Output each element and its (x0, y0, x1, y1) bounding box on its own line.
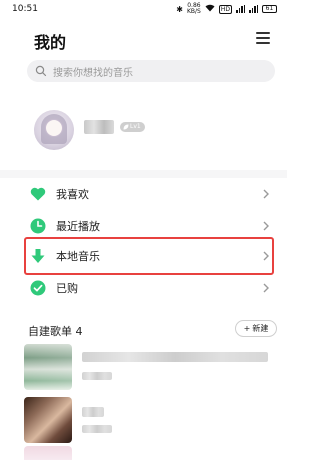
playlist-item[interactable] (24, 397, 276, 443)
menu-item-favorites[interactable]: 我喜欢 (24, 179, 274, 209)
clock-icon (30, 218, 46, 234)
plus-icon: + (243, 324, 251, 333)
playlist-item[interactable] (24, 344, 276, 390)
playlist-cover (24, 344, 72, 390)
menu-item-purchased[interactable]: 已购 (24, 273, 274, 303)
status-time: 10:51 (12, 4, 38, 14)
playlist-meta-blurred (82, 372, 112, 380)
net-speed-unit: KB/S (186, 8, 201, 15)
search-icon (35, 65, 47, 77)
playlist-cover-peek (24, 446, 72, 460)
section-divider (0, 170, 287, 178)
search-placeholder: 搜索你想找的音乐 (53, 67, 133, 79)
new-playlist-label: 新建 (252, 324, 269, 333)
playlist-name-blurred (82, 407, 104, 417)
level-badge: Lv1 (120, 122, 145, 132)
search-input[interactable]: 搜索你想找的音乐 (27, 60, 275, 82)
page-title: 我的 (34, 33, 67, 52)
hd-tag: HD (218, 4, 232, 14)
wifi-icon (205, 4, 215, 14)
playlist-header: 自建歌单 4 + 新建 (28, 318, 277, 340)
menu-item-label: 最近播放 (56, 220, 100, 233)
playlist-section-title: 自建歌单 4 (28, 325, 83, 338)
check-circle-icon (30, 280, 46, 296)
avatar[interactable] (34, 110, 74, 150)
leaf-icon (123, 124, 129, 130)
chevron-right-icon (263, 221, 269, 231)
playlist-name-blurred (82, 352, 268, 362)
chevron-right-icon (263, 283, 269, 293)
hamburger-menu-icon[interactable] (256, 32, 270, 44)
level-badge-text: Lv1 (130, 123, 141, 130)
chevron-right-icon (263, 189, 269, 199)
heart-icon (30, 186, 46, 202)
status-icons: ✱ 0.86 KB/S HD 61 (176, 3, 277, 15)
playlist-cover (24, 397, 72, 443)
signal-icon (236, 5, 245, 13)
playlist-meta-blurred (82, 425, 112, 433)
status-bar: 10:51 ✱ 0.86 KB/S HD 61 (0, 0, 287, 18)
menu-item-label: 我喜欢 (56, 188, 89, 201)
username-blurred[interactable] (84, 120, 114, 134)
new-playlist-button[interactable]: + 新建 (235, 320, 277, 337)
profile-section[interactable]: Lv1 (34, 104, 274, 160)
highlight-box (24, 237, 274, 275)
signal-icon-2 (249, 5, 258, 13)
battery-icon: 61 (262, 5, 277, 13)
bluetooth-icon: ✱ (176, 4, 183, 14)
battery-level: 61 (265, 5, 274, 12)
net-speed: 0.86 KB/S (187, 3, 201, 15)
menu-item-label: 已购 (56, 282, 78, 295)
header: 我的 (0, 24, 287, 54)
